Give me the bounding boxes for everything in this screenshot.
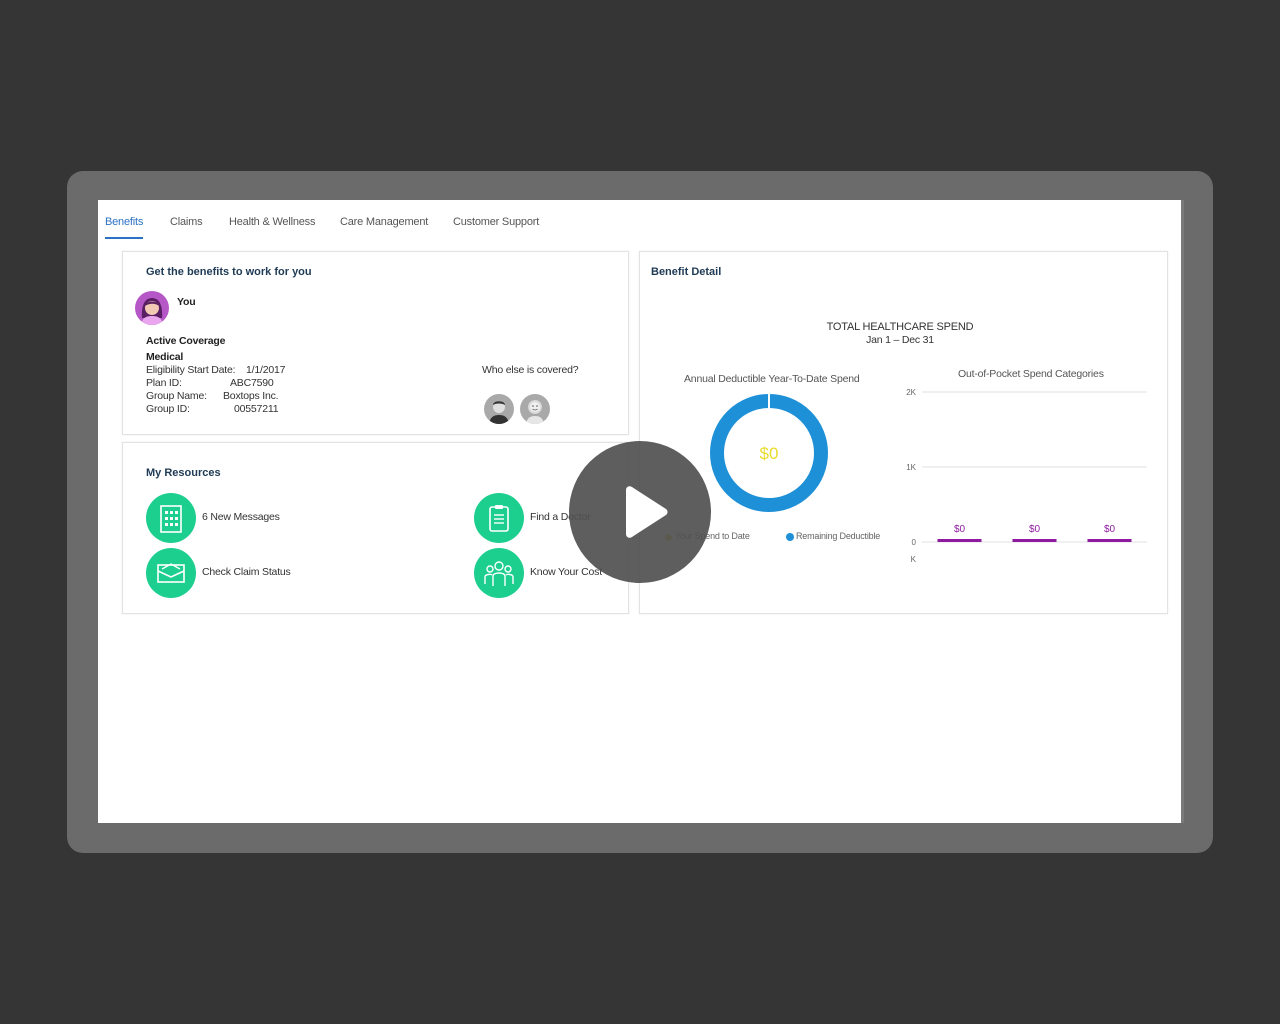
resource-find-doctor-button[interactable] [474, 493, 524, 543]
bar-data-label: $0 [954, 524, 966, 535]
screen-edge [1181, 200, 1184, 823]
bar [1012, 539, 1057, 542]
envelope-icon [157, 563, 185, 583]
resource-messages-button[interactable] [146, 493, 196, 543]
bar [1087, 539, 1132, 542]
bar [937, 539, 982, 542]
benefits-card: Get the benefits to work for you You Act… [122, 251, 629, 435]
building-icon [160, 505, 182, 533]
resources-card-title: My Resources [146, 467, 221, 479]
y-tick-label: K [911, 555, 917, 564]
group-name-label: Group Name: [146, 390, 207, 402]
play-icon [626, 486, 668, 538]
tab-care-management[interactable]: Care Management [340, 216, 428, 237]
plan-id-label: Plan ID: [146, 377, 182, 389]
y-tick-label: 2K [906, 388, 916, 397]
user-avatar [135, 291, 169, 325]
woman-avatar-icon [141, 298, 163, 325]
group-name-value: Boxtops Inc. [223, 390, 279, 402]
who-else-covered: Who else is covered? [482, 364, 579, 376]
play-button[interactable] [569, 441, 711, 583]
plan-id-value: ABC7590 [230, 377, 274, 389]
bar-data-label: $0 [1029, 524, 1041, 535]
resource-claim-status-label[interactable]: Check Claim Status [202, 566, 291, 578]
benefit-detail-card: Benefit Detail TOTAL HEALTHCARE SPEND Ja… [639, 251, 1168, 614]
plan-type: Medical [146, 351, 184, 363]
group-id-label: Group ID: [146, 403, 190, 415]
donut-center-label: $0 [760, 444, 779, 463]
legend-remaining-label: Remaining Deductible [796, 531, 881, 541]
people-icon [484, 561, 514, 586]
eligibility-value: 1/1/2017 [246, 364, 286, 376]
spend-categories-bar-chart: 2K1K0K$0Prescription Drugs$0Radiology & … [906, 388, 1147, 564]
bar-chart-title: Out-of-Pocket Spend Categories [958, 368, 1104, 380]
tab-customer-support[interactable]: Customer Support [453, 216, 539, 237]
clipboard-icon [489, 505, 509, 532]
coverage-status: Active Coverage [146, 335, 226, 347]
man-avatar-icon [489, 401, 509, 424]
tab-health-wellness[interactable]: Health & Wellness [229, 216, 315, 237]
legend-remaining-swatch [786, 533, 794, 541]
group-id-value: 00557211 [234, 403, 279, 415]
resource-know-cost-button[interactable] [474, 548, 524, 598]
tab-benefits[interactable]: Benefits [105, 216, 143, 239]
eligibility-label: Eligibility Start Date: [146, 364, 236, 376]
resource-claim-status-button[interactable] [146, 548, 196, 598]
benefits-card-title: Get the benefits to work for you [146, 266, 312, 278]
resource-messages-label[interactable]: 6 New Messages [202, 511, 280, 523]
tab-claims[interactable]: Claims [170, 216, 203, 237]
user-name: You [177, 296, 196, 308]
resources-card: My Resources 6 New Messages Find a Docto… [122, 442, 629, 614]
y-tick-label: 1K [906, 463, 916, 472]
child-avatar-icon [526, 400, 544, 424]
total-spend-heading: TOTAL HEALTHCARE SPEND [826, 321, 974, 333]
dependent-avatar-child[interactable] [520, 394, 550, 424]
dependent-avatar-man[interactable] [484, 394, 514, 424]
bar-data-label: $0 [1104, 524, 1116, 535]
date-range: Jan 1 – Dec 31 [866, 334, 934, 346]
y-tick-label: 0 [912, 538, 917, 547]
deductible-donut-chart: $0 [710, 393, 828, 512]
donut-title: Annual Deductible Year-To-Date Spend [684, 373, 860, 385]
benefit-detail-title: Benefit Detail [651, 266, 722, 278]
